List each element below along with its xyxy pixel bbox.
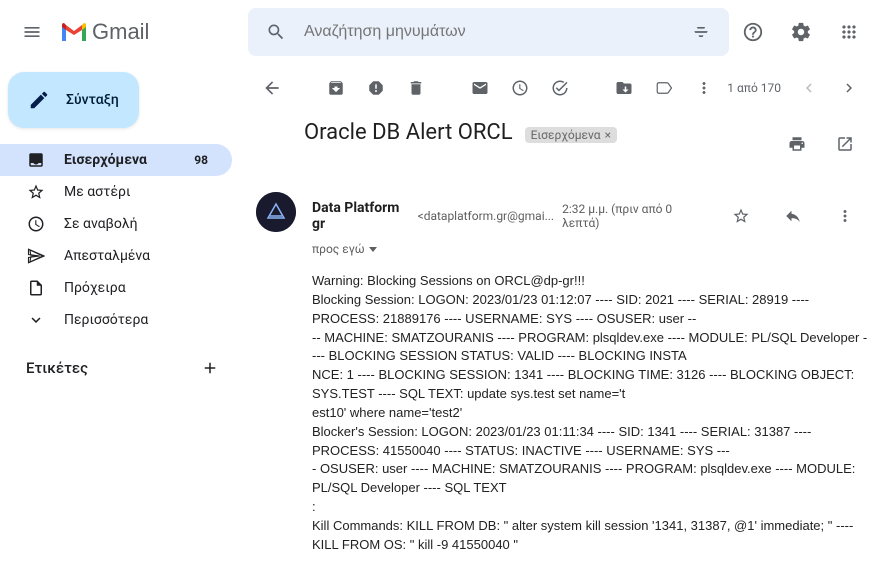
pencil-icon	[28, 89, 50, 111]
send-icon	[26, 246, 46, 266]
remove-label-icon[interactable]: ×	[605, 128, 611, 142]
recipient-dropdown[interactable]: προς εγώ	[312, 242, 869, 256]
sender-email: <dataplatform.gr@gmai...	[418, 209, 555, 223]
print-button[interactable]	[773, 120, 821, 168]
back-button[interactable]	[252, 68, 292, 108]
brand-text: Gmail	[92, 19, 149, 45]
support-button[interactable]	[729, 8, 777, 56]
email-label-tag[interactable]: Εισερχόμενα ×	[525, 127, 617, 143]
gmail-logo[interactable]: Gmail	[60, 19, 240, 45]
file-icon	[26, 278, 46, 298]
nav-sent[interactable]: Απεσταλμένα	[0, 240, 232, 272]
clock-icon	[26, 214, 46, 234]
search-options-icon[interactable]	[681, 12, 721, 52]
nav-label: Πρόχειρα	[64, 280, 126, 296]
nav-starred[interactable]: Με αστέρι	[0, 176, 232, 208]
delete-button[interactable]	[396, 68, 436, 108]
search-bar[interactable]	[248, 8, 729, 56]
nav-label: Με αστέρι	[64, 184, 131, 200]
nav-label: Σε αναβολή	[64, 216, 138, 232]
settings-button[interactable]	[777, 8, 825, 56]
labels-button[interactable]	[644, 68, 684, 108]
inbox-count: 98	[194, 153, 208, 167]
move-to-button[interactable]	[604, 68, 644, 108]
reply-button[interactable]	[769, 192, 817, 240]
apps-button[interactable]	[825, 8, 873, 56]
email-time: 2:32 μ.μ. (πριν από 0 λεπτά)	[562, 202, 709, 230]
more-actions-button[interactable]	[684, 68, 724, 108]
star-button[interactable]	[717, 192, 765, 240]
search-icon[interactable]	[256, 12, 296, 52]
mark-unread-button[interactable]	[460, 68, 500, 108]
add-task-button[interactable]	[540, 68, 580, 108]
search-input[interactable]	[296, 23, 681, 41]
main-menu-button[interactable]	[8, 8, 56, 56]
next-button[interactable]	[829, 68, 869, 108]
nav-more[interactable]: Περισσότερα	[0, 304, 232, 336]
star-icon	[26, 182, 46, 202]
archive-button[interactable]	[316, 68, 356, 108]
email-body: Warning: Blocking Sessions on ORCL@dp-gr…	[240, 264, 885, 571]
sender-name: Data Platform gr	[312, 200, 414, 232]
nav-label: Περισσότερα	[64, 312, 148, 328]
nav-inbox[interactable]: Εισερχόμενα 98	[0, 144, 232, 176]
add-label-button[interactable]	[196, 354, 224, 382]
labels-title: Ετικέτες	[26, 359, 88, 377]
message-more-button[interactable]	[821, 192, 869, 240]
inbox-icon	[26, 150, 46, 170]
sender-avatar[interactable]	[256, 192, 296, 232]
nav-drafts[interactable]: Πρόχειρα	[0, 272, 232, 304]
new-window-button[interactable]	[821, 120, 869, 168]
prev-button[interactable]	[789, 68, 829, 108]
chevron-down-icon	[26, 310, 46, 330]
pagination-text: 1 από 170	[727, 81, 781, 95]
compose-label: Σύνταξη	[66, 92, 119, 108]
email-subject: Oracle DB Alert ORCL	[304, 120, 513, 145]
nav-label: Εισερχόμενα	[64, 152, 147, 168]
nav-snoozed[interactable]: Σε αναβολή	[0, 208, 232, 240]
gmail-icon	[60, 21, 88, 43]
nav-label: Απεσταλμένα	[64, 248, 150, 264]
spam-button[interactable]	[356, 68, 396, 108]
snooze-button[interactable]	[500, 68, 540, 108]
chevron-down-icon	[369, 247, 377, 252]
compose-button[interactable]: Σύνταξη	[8, 72, 139, 128]
